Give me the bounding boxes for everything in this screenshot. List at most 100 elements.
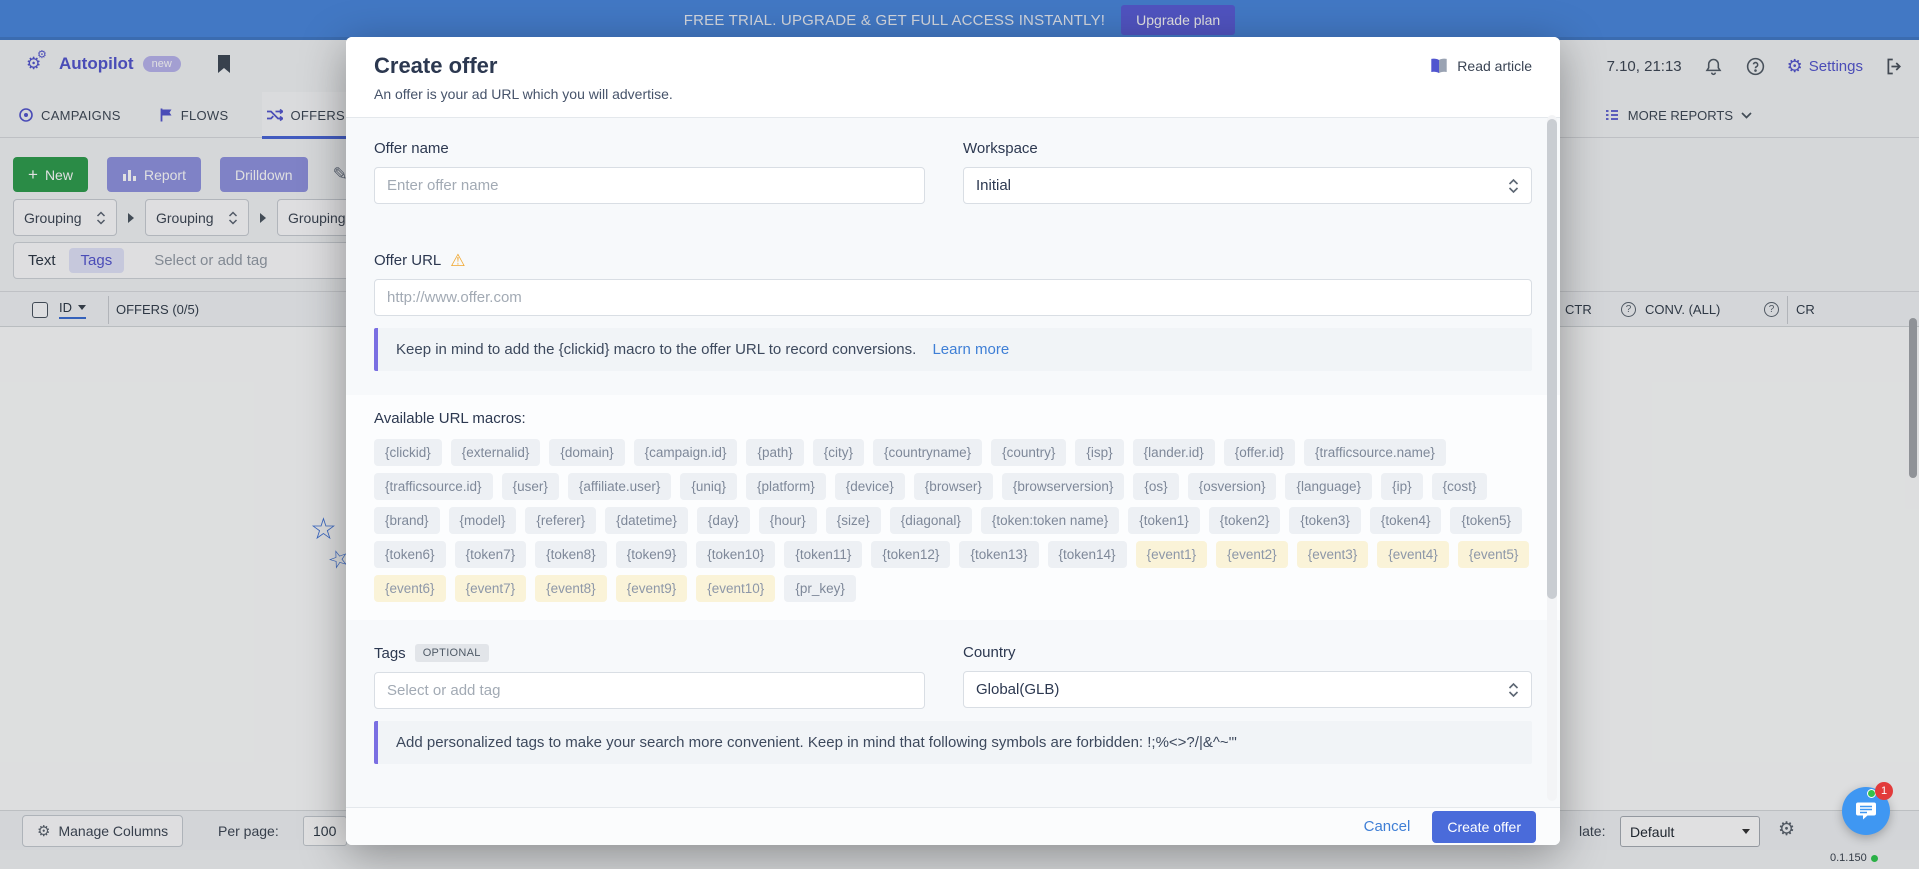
macro-chip[interactable]: {token5} xyxy=(1450,507,1522,534)
macro-chip[interactable]: {platform} xyxy=(746,473,826,500)
macro-chip[interactable]: {datetime} xyxy=(605,507,688,534)
macro-chip[interactable]: {event9} xyxy=(616,575,688,602)
app-root: FREE TRIAL. UPGRADE & GET FULL ACCESS IN… xyxy=(0,0,1919,869)
macro-chip[interactable]: {device} xyxy=(835,473,905,500)
macro-chip[interactable]: {token11} xyxy=(784,541,862,568)
macro-chip[interactable]: {token2} xyxy=(1209,507,1281,534)
country-label: Country xyxy=(963,644,1532,661)
macro-chip[interactable]: {token10} xyxy=(696,541,775,568)
macro-chip[interactable]: {event10} xyxy=(696,575,775,602)
macros-title: Available URL macros: xyxy=(374,410,1532,427)
macro-chip[interactable]: {language} xyxy=(1285,473,1372,500)
macro-chip[interactable]: {isp} xyxy=(1075,439,1123,466)
create-offer-modal: Create offer An offer is your ad URL whi… xyxy=(346,37,1560,845)
offer-name-input[interactable] xyxy=(374,167,925,204)
macro-chip[interactable]: {os} xyxy=(1133,473,1178,500)
warning-icon: ⚠ xyxy=(450,252,465,269)
macro-chip[interactable]: {event5} xyxy=(1458,541,1530,568)
macro-chip[interactable]: {offer.id} xyxy=(1224,439,1295,466)
chat-unread-badge: 1 xyxy=(1875,782,1893,800)
macro-chip[interactable]: {event7} xyxy=(455,575,527,602)
macro-chip[interactable]: {ip} xyxy=(1381,473,1423,500)
macro-chip[interactable]: {token:token name} xyxy=(981,507,1119,534)
macro-chip[interactable]: {event1} xyxy=(1136,541,1208,568)
macro-chip[interactable]: {event6} xyxy=(374,575,446,602)
modal-header: Create offer An offer is your ad URL whi… xyxy=(346,37,1560,118)
workspace-select-value: Initial xyxy=(976,177,1011,194)
macro-chip[interactable]: {user} xyxy=(502,473,559,500)
learn-more-link[interactable]: Learn more xyxy=(932,341,1009,358)
macro-chip[interactable]: {path} xyxy=(746,439,803,466)
offer-url-input[interactable] xyxy=(374,279,1532,316)
chat-icon xyxy=(1854,799,1878,823)
macro-chip[interactable]: {countryname} xyxy=(873,439,982,466)
macro-chip[interactable]: {trafficsource.id} xyxy=(374,473,493,500)
offer-url-group: Offer URL ⚠ Keep in mind to add the {cli… xyxy=(374,252,1532,371)
tags-input[interactable] xyxy=(374,672,925,709)
macro-chip[interactable]: {pr_key} xyxy=(784,575,856,602)
create-offer-button[interactable]: Create offer xyxy=(1432,811,1536,843)
macro-chip[interactable]: {osversion} xyxy=(1188,473,1277,500)
select-updown-icon xyxy=(1508,178,1519,194)
macro-chip[interactable]: {size} xyxy=(826,507,881,534)
read-article-label: Read article xyxy=(1457,58,1532,74)
macros-section: Available URL macros: {clickid} {externa… xyxy=(346,395,1560,620)
macro-chip[interactable]: {domain} xyxy=(549,439,624,466)
country-select-value: Global(GLB) xyxy=(976,681,1059,698)
macro-chip[interactable]: {event3} xyxy=(1297,541,1369,568)
macro-chip[interactable]: {country} xyxy=(991,439,1066,466)
macro-chip[interactable]: {event4} xyxy=(1377,541,1449,568)
macro-chip[interactable]: {hour} xyxy=(759,507,817,534)
modal-scrollbar-thumb[interactable] xyxy=(1547,119,1557,599)
macro-chip[interactable]: {diagonal} xyxy=(890,507,972,534)
modal-scrollbar[interactable] xyxy=(1547,115,1557,801)
read-article-link[interactable]: Read article xyxy=(1429,57,1532,75)
name-workspace-row: Offer name Workspace Initial xyxy=(374,140,1532,204)
macro-chip[interactable]: {campaign.id} xyxy=(634,439,738,466)
macro-chip[interactable]: {token8} xyxy=(535,541,607,568)
macro-chip[interactable]: {token12} xyxy=(871,541,950,568)
macro-chip[interactable]: {token1} xyxy=(1128,507,1200,534)
macro-chip[interactable]: {event2} xyxy=(1216,541,1288,568)
modal-title: Create offer xyxy=(374,53,1532,79)
chat-widget-button[interactable]: 1 xyxy=(1842,787,1890,835)
macro-chip[interactable]: {token13} xyxy=(959,541,1038,568)
optional-badge: OPTIONAL xyxy=(415,644,489,662)
macro-chip[interactable]: {lander.id} xyxy=(1133,439,1215,466)
offer-name-label: Offer name xyxy=(374,140,925,157)
workspace-select[interactable]: Initial xyxy=(963,167,1532,204)
modal-subtitle: An offer is your ad URL which you will a… xyxy=(374,86,1532,102)
country-select[interactable]: Global(GLB) xyxy=(963,671,1532,708)
select-updown-icon xyxy=(1508,682,1519,698)
macro-chip-list: {clickid} {externalid} {domain} {campaig… xyxy=(374,439,1532,602)
modal-body: Offer name Workspace Initial Offer URL ⚠ xyxy=(346,118,1560,807)
clickid-note: Keep in mind to add the {clickid} macro … xyxy=(374,328,1532,371)
macro-chip[interactable]: {token3} xyxy=(1289,507,1361,534)
macro-chip[interactable]: {model} xyxy=(449,507,517,534)
offer-url-label: Offer URL xyxy=(374,252,441,269)
book-icon xyxy=(1429,57,1449,75)
macro-chip[interactable]: {affiliate.user} xyxy=(568,473,672,500)
macro-chip[interactable]: {clickid} xyxy=(374,439,442,466)
macro-chip[interactable]: {token9} xyxy=(616,541,688,568)
macro-chip[interactable]: {token7} xyxy=(455,541,527,568)
macro-chip[interactable]: {token4} xyxy=(1370,507,1442,534)
macro-chip[interactable]: {externalid} xyxy=(451,439,541,466)
macro-chip[interactable]: {browser} xyxy=(914,473,993,500)
tags-note: Add personalized tags to make your searc… xyxy=(374,721,1532,764)
macro-chip[interactable]: {browserversion} xyxy=(1002,473,1125,500)
macro-chip[interactable]: {cost} xyxy=(1432,473,1488,500)
macro-chip[interactable]: {day} xyxy=(697,507,750,534)
cancel-button[interactable]: Cancel xyxy=(1364,818,1411,835)
macro-chip[interactable]: {city} xyxy=(813,439,864,466)
macro-chip[interactable]: {uniq} xyxy=(680,473,737,500)
macro-chip[interactable]: {brand} xyxy=(374,507,440,534)
clickid-note-text: Keep in mind to add the {clickid} macro … xyxy=(396,341,916,358)
macro-chip[interactable]: {event8} xyxy=(535,575,607,602)
macro-chip[interactable]: {referer} xyxy=(525,507,596,534)
workspace-label: Workspace xyxy=(963,140,1532,157)
macro-chip[interactable]: {token14} xyxy=(1048,541,1127,568)
macro-chip[interactable]: {token6} xyxy=(374,541,446,568)
macro-chip[interactable]: {trafficsource.name} xyxy=(1304,439,1446,466)
modal-footer: Cancel Create offer xyxy=(346,807,1560,845)
